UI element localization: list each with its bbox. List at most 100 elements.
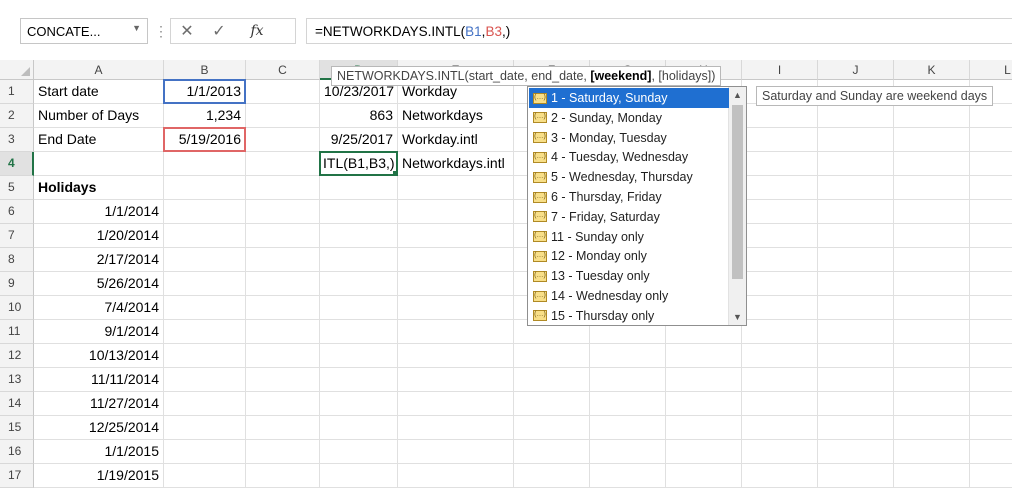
cell-l8[interactable] [970, 248, 1012, 272]
cell-g12[interactable] [590, 344, 666, 368]
row-header-12[interactable]: 12 [0, 344, 34, 368]
cell-e10[interactable] [398, 296, 514, 320]
cancel-icon[interactable]: ✕ [171, 21, 203, 41]
cell-b17[interactable] [164, 464, 246, 488]
cell-b13[interactable] [164, 368, 246, 392]
cell-e4[interactable]: Networkdays.intl [398, 152, 514, 176]
cell-d14[interactable] [320, 392, 398, 416]
cell-e9[interactable] [398, 272, 514, 296]
cell-l5[interactable] [970, 176, 1012, 200]
cell-a9[interactable]: 5/26/2014 [34, 272, 164, 296]
weekend-option[interactable]: (…) 3 - Monday, Tuesday [529, 128, 729, 148]
cell-b9[interactable] [164, 272, 246, 296]
cell-b10[interactable] [164, 296, 246, 320]
cell-i4[interactable] [742, 152, 818, 176]
row-header-9[interactable]: 9 [0, 272, 34, 296]
column-header-c[interactable]: C [246, 60, 320, 80]
cell-h17[interactable] [666, 464, 742, 488]
cell-j5[interactable] [818, 176, 894, 200]
cell-d6[interactable] [320, 200, 398, 224]
column-header-a[interactable]: A [34, 60, 164, 80]
cell-k7[interactable] [894, 224, 970, 248]
cell-c11[interactable] [246, 320, 320, 344]
cell-f13[interactable] [514, 368, 590, 392]
cell-b5[interactable] [164, 176, 246, 200]
cell-h16[interactable] [666, 440, 742, 464]
cell-l15[interactable] [970, 416, 1012, 440]
cell-d5[interactable] [320, 176, 398, 200]
cell-g14[interactable] [590, 392, 666, 416]
cell-j13[interactable] [818, 368, 894, 392]
cell-i8[interactable] [742, 248, 818, 272]
cell-k15[interactable] [894, 416, 970, 440]
cell-d7[interactable] [320, 224, 398, 248]
cell-c12[interactable] [246, 344, 320, 368]
cell-a12[interactable]: 10/13/2014 [34, 344, 164, 368]
more-vertical-icon[interactable]: ⋮ [153, 18, 169, 44]
cell-b6[interactable] [164, 200, 246, 224]
cell-i2[interactable] [742, 104, 818, 128]
cell-c5[interactable] [246, 176, 320, 200]
cell-c16[interactable] [246, 440, 320, 464]
name-box[interactable]: CONCATE... ▼ [20, 18, 148, 44]
cell-a14[interactable]: 11/27/2014 [34, 392, 164, 416]
cell-e13[interactable] [398, 368, 514, 392]
cell-c15[interactable] [246, 416, 320, 440]
scroll-down-icon[interactable]: ▼ [729, 309, 746, 325]
cell-i17[interactable] [742, 464, 818, 488]
cell-l9[interactable] [970, 272, 1012, 296]
cell-h14[interactable] [666, 392, 742, 416]
cell-d10[interactable] [320, 296, 398, 320]
cell-c1[interactable] [246, 80, 320, 104]
weekend-option[interactable]: (…) 12 - Monday only [529, 246, 729, 266]
cell-i7[interactable] [742, 224, 818, 248]
row-header-1[interactable]: 1 [0, 80, 34, 104]
cell-i5[interactable] [742, 176, 818, 200]
cell-d13[interactable] [320, 368, 398, 392]
cell-b16[interactable] [164, 440, 246, 464]
dropdown-scrollbar[interactable]: ▲ ▼ [728, 87, 746, 325]
cell-a7[interactable]: 1/20/2014 [34, 224, 164, 248]
cell-d8[interactable] [320, 248, 398, 272]
cell-b11[interactable] [164, 320, 246, 344]
cell-a15[interactable]: 12/25/2014 [34, 416, 164, 440]
weekend-option[interactable]: (…) 14 - Wednesday only [529, 286, 729, 306]
cell-j9[interactable] [818, 272, 894, 296]
cell-a6[interactable]: 1/1/2014 [34, 200, 164, 224]
cell-b15[interactable] [164, 416, 246, 440]
row-header-16[interactable]: 16 [0, 440, 34, 464]
weekend-options-dropdown[interactable]: ▲ ▼ (…) 1 - Saturday, Sunday (…) 2 - Sunday… [527, 86, 747, 326]
cell-c13[interactable] [246, 368, 320, 392]
cell-d2[interactable]: 863 [320, 104, 398, 128]
chevron-down-icon[interactable]: ▼ [132, 23, 141, 33]
cell-d16[interactable] [320, 440, 398, 464]
cell-e17[interactable] [398, 464, 514, 488]
cell-j7[interactable] [818, 224, 894, 248]
scroll-up-icon[interactable]: ▲ [729, 87, 746, 103]
cell-f14[interactable] [514, 392, 590, 416]
cell-e15[interactable] [398, 416, 514, 440]
cell-c6[interactable] [246, 200, 320, 224]
cell-l6[interactable] [970, 200, 1012, 224]
cell-c7[interactable] [246, 224, 320, 248]
cell-d3[interactable]: 9/25/2017 [320, 128, 398, 152]
cell-g15[interactable] [590, 416, 666, 440]
cell-j4[interactable] [818, 152, 894, 176]
cell-k12[interactable] [894, 344, 970, 368]
weekend-option[interactable]: (…) 11 - Sunday only [529, 227, 729, 247]
weekend-option[interactable]: (…) 2 - Sunday, Monday [529, 108, 729, 128]
cell-e6[interactable] [398, 200, 514, 224]
cell-k13[interactable] [894, 368, 970, 392]
row-header-6[interactable]: 6 [0, 200, 34, 224]
cell-e7[interactable] [398, 224, 514, 248]
cell-i11[interactable] [742, 320, 818, 344]
cell-j17[interactable] [818, 464, 894, 488]
column-header-j[interactable]: J [818, 60, 894, 80]
cell-k17[interactable] [894, 464, 970, 488]
weekend-option[interactable]: (…) 5 - Wednesday, Thursday [529, 167, 729, 187]
weekend-option[interactable]: (…) 13 - Tuesday only [529, 266, 729, 286]
row-header-17[interactable]: 17 [0, 464, 34, 488]
cell-a1[interactable]: Start date [34, 80, 164, 104]
cell-j15[interactable] [818, 416, 894, 440]
select-all-corner[interactable] [0, 60, 34, 80]
